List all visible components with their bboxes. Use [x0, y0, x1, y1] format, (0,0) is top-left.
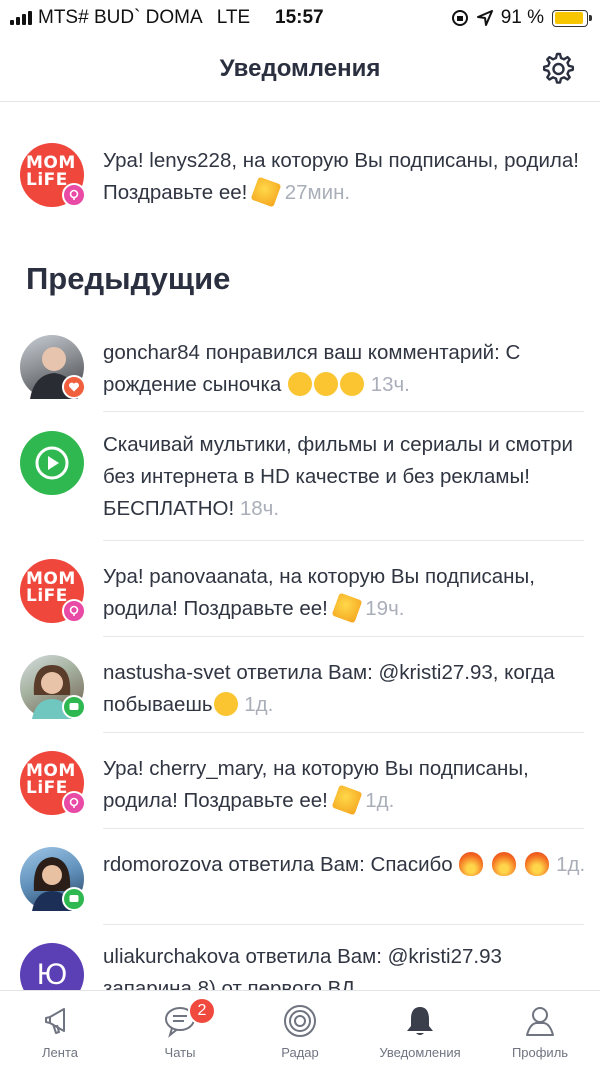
message-badge-icon — [62, 887, 86, 911]
radar-icon — [284, 1005, 316, 1037]
notification-time: 1д. — [244, 693, 274, 716]
party-popper-icon — [331, 592, 362, 624]
notification-username[interactable]: uliakurchakova — [103, 945, 240, 968]
unread-count-badge: 2 — [188, 997, 216, 1025]
notification-text: Ура! cherry_mary, на которую Вы подписан… — [103, 753, 589, 817]
notification-text: nastusha-svet ответила Вам: @kristi27.93… — [103, 657, 589, 721]
party-popper-icon — [250, 176, 282, 208]
divider — [103, 732, 584, 733]
notification-username[interactable]: nastusha-svet — [103, 661, 231, 684]
clock: 15:57 — [275, 7, 324, 28]
baby-badge-icon — [62, 599, 86, 623]
navigation-header: Уведомления — [0, 36, 600, 102]
notification-text: rdomorozova ответила Вам: Спасибо 1д. — [103, 849, 589, 881]
divider — [103, 636, 584, 637]
notification-message: gonchar84 понравился ваш комментарий: С … — [103, 341, 521, 396]
notification-message: Ура! panovaanata, на которую Вы подписан… — [103, 565, 535, 620]
page-title: Уведомления — [219, 54, 381, 82]
divider — [103, 828, 584, 829]
tab-label: Профиль — [511, 1045, 569, 1060]
battery-percent: 91 % — [500, 7, 544, 28]
battery-icon — [552, 9, 592, 27]
tab-radar[interactable]: Радар — [240, 991, 360, 1066]
notification-text: uliakurchakova ответила Вам: @kristi27.9… — [103, 941, 589, 990]
play-icon — [35, 446, 69, 480]
tab-profile[interactable]: Профиль — [480, 991, 600, 1066]
tab-bar: Лента 2 Чаты Радар Уведомления Профиль — [0, 990, 600, 1066]
grinning-face-icon — [213, 692, 238, 716]
notification-time: 1д. — [556, 853, 586, 876]
profile-icon — [526, 1007, 554, 1036]
user-avatar[interactable]: Ю — [20, 943, 84, 990]
notification-time: 13ч. — [370, 373, 410, 396]
notification-message: ответила Вам: Спасибо — [222, 853, 459, 876]
network-type: LTE — [216, 7, 251, 28]
notification-username[interactable]: rdomorozova — [103, 853, 223, 876]
divider — [103, 411, 584, 412]
baby-badge-icon — [62, 183, 86, 207]
signal-icon — [10, 11, 32, 25]
orientation-lock-icon — [451, 10, 468, 26]
notification-message: Скачивай мультики, фильмы и сериалы и см… — [103, 433, 573, 520]
party-face-icon — [287, 372, 312, 396]
notification-text: Скачивай мультики, фильмы и сериалы и см… — [103, 429, 589, 525]
carrier-name: MTS# BUD` DOMA — [38, 7, 203, 28]
avatar-initial: Ю — [36, 958, 68, 990]
tab-chats[interactable]: 2 Чаты — [120, 991, 240, 1066]
notification-time: 1д. — [365, 789, 395, 812]
fire-icon — [492, 852, 517, 876]
tab-label: Радар — [281, 1045, 319, 1060]
baby-badge-icon — [62, 791, 86, 815]
notification-text: Ура! lenys228, на которую Вы подписаны, … — [103, 145, 589, 209]
notification-text: Ура! panovaanata, на которую Вы подписан… — [103, 561, 589, 625]
tab-label: Чаты — [164, 1045, 196, 1060]
fire-icon — [525, 852, 550, 876]
gear-icon[interactable] — [538, 50, 576, 88]
video-app-avatar — [20, 431, 84, 495]
notification-message: Ура! cherry_mary, на которую Вы подписан… — [103, 757, 529, 812]
tab-label: Уведомления — [379, 1045, 461, 1060]
bell-icon — [407, 1007, 433, 1035]
divider — [103, 924, 584, 925]
party-face-icon — [339, 372, 364, 396]
tab-notifications[interactable]: Уведомления — [360, 991, 480, 1066]
battery-fill — [554, 12, 583, 24]
notification-time: 27мин. — [284, 181, 351, 204]
party-popper-icon — [331, 784, 362, 816]
message-badge-icon — [62, 695, 86, 719]
heart-badge-icon — [62, 375, 86, 399]
divider — [103, 540, 584, 541]
status-bar: MTS# BUD` DOMA LTE 15:57 91 % — [0, 0, 600, 36]
notifications-list: MOM LiFE Ура! lenys228, на которую Вы под… — [0, 103, 600, 990]
tab-label: Лента — [42, 1045, 78, 1060]
tab-feed[interactable]: Лента — [0, 991, 120, 1066]
megaphone-icon — [45, 1008, 65, 1034]
section-heading-previous: Предыдущие — [26, 261, 231, 296]
notification-time: 18ч. — [239, 497, 280, 520]
notification-text: gonchar84 понравился ваш комментарий: С … — [103, 337, 589, 401]
fire-icon — [459, 852, 484, 876]
party-face-icon — [313, 372, 338, 396]
notification-time: 19ч. — [365, 597, 405, 620]
location-icon — [476, 10, 493, 26]
